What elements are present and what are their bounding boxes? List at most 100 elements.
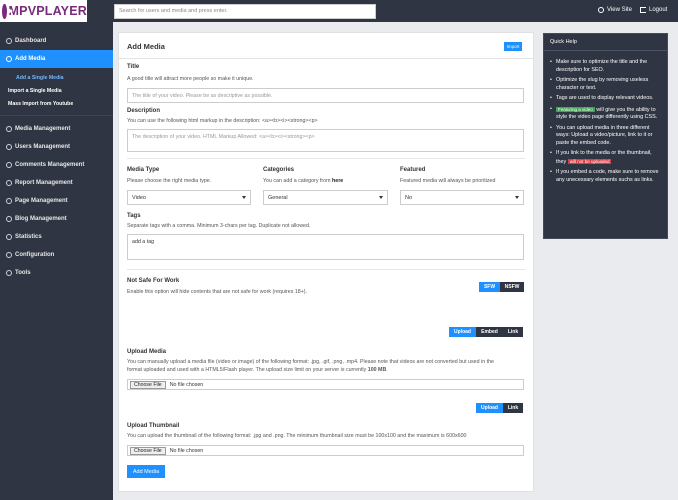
upload-thumbnail-label: Upload Thumbnail [127, 423, 180, 429]
help-tip: Optimize the slug by removing useless ch… [550, 77, 662, 92]
title-input[interactable]: The title of your video. Please be as de… [127, 88, 524, 103]
help-list: Make sure to optimize the title and the … [550, 59, 662, 187]
tags-hint: Separate tags with a comma. Minimum 3-ch… [127, 223, 311, 229]
sidebar-item-blog-management[interactable]: Blog Management [0, 210, 113, 228]
not-uploaded-badge: will not be uploaded [567, 158, 612, 164]
blog-icon [6, 216, 12, 222]
categories-select[interactable]: General [263, 190, 388, 205]
globe-icon [598, 7, 604, 13]
sidebar-divider [0, 110, 113, 116]
nsfw-toggle: SFW NSFW [479, 282, 524, 292]
media-type-label: Media Type [127, 167, 160, 173]
nsfw-option[interactable]: NSFW [500, 282, 524, 292]
help-tip: If you link to the media or the thumbnai… [550, 150, 662, 166]
description-label: Description [127, 108, 161, 114]
help-tip: Featuring a video will give you the abil… [550, 106, 662, 122]
help-tip: Make sure to optimize the title and the … [550, 59, 662, 74]
view-site-label: View Site [607, 7, 632, 13]
featured-badge: Featuring a video [556, 106, 595, 112]
logout-label: Logout [649, 7, 668, 13]
categories-label: Categories [263, 167, 295, 173]
wrench-icon [6, 270, 12, 276]
report-icon [6, 180, 12, 186]
dashboard-icon [6, 38, 12, 44]
top-bar: MPVPLAYER Search for users and media and… [0, 0, 678, 22]
media-source-tabs: Upload Embed Link [449, 327, 523, 337]
description-textarea[interactable]: The description of your video. HTML Mark… [127, 129, 524, 152]
sidebar-sub-add-single-media[interactable]: Add a Single Media [0, 71, 113, 84]
comment-icon [6, 162, 12, 168]
media-type-select[interactable]: Video [127, 190, 251, 205]
sidebar-sub-mass-import-youtube[interactable]: Mass Import from Youtube [0, 97, 113, 110]
chevron-down-icon [379, 196, 383, 199]
sidebar-item-users-management[interactable]: Users Management [0, 138, 113, 156]
tags-input[interactable]: add a tag [127, 234, 524, 260]
upload-thumbnail-file-input[interactable]: Choose File No file chosen [127, 445, 524, 456]
sfw-option[interactable]: SFW [479, 282, 500, 292]
title-hint: A good title will attract more people so… [127, 76, 254, 82]
search-input[interactable]: Search for users and media and press ent… [114, 4, 376, 19]
sidebar-item-statistics[interactable]: Statistics [0, 228, 113, 246]
sidebar-item-comments-management[interactable]: Comments Management [0, 156, 113, 174]
thumbnail-source-tabs: Upload Link [476, 403, 523, 413]
import-button[interactable]: Import [504, 42, 522, 51]
panel-header: Add Media Import [119, 33, 533, 59]
quick-help-panel: Quick Help Make sure to optimize the tit… [543, 33, 668, 239]
categories-hint: You can add a category from here [263, 178, 344, 184]
view-site-link[interactable]: View Site [598, 7, 632, 13]
help-tip: Tags are used to display relevant videos… [550, 95, 662, 103]
logout-link[interactable]: Logout [640, 7, 667, 13]
sidebar-item-add-media[interactable]: Add Media [0, 50, 113, 68]
gear-icon [6, 252, 12, 258]
tab-link[interactable]: Link [503, 327, 523, 337]
logout-icon [640, 7, 646, 13]
logo[interactable]: MPVPLAYER [0, 0, 87, 22]
upload-media-label: Upload Media [127, 349, 167, 355]
description-hint: You can use the following html markup in… [127, 118, 318, 124]
upload-thumbnail-hint: You can upload the thumbnail of the foll… [127, 433, 467, 439]
add-media-panel: Add Media Import Title A good title will… [118, 32, 534, 492]
sidebar-item-dashboard[interactable]: Dashboard [0, 32, 113, 50]
categories-here-link[interactable]: here [332, 178, 343, 184]
featured-label: Featured [400, 167, 426, 173]
sidebar-item-media-management[interactable]: Media Management [0, 120, 113, 138]
stats-icon [6, 234, 12, 240]
sidebar-item-configuration[interactable]: Configuration [0, 246, 113, 264]
tags-label: Tags [127, 213, 141, 219]
page-title: Add Media [127, 42, 165, 51]
play-logo-icon [2, 3, 13, 19]
upload-media-file-input[interactable]: Choose File No file chosen [127, 379, 524, 390]
quick-help-title: Quick Help [544, 34, 667, 51]
sidebar-item-report-management[interactable]: Report Management [0, 174, 113, 192]
divider [127, 158, 525, 159]
sidebar-item-page-management[interactable]: Page Management [0, 192, 113, 210]
no-file-text: No file chosen [169, 447, 204, 454]
tab-thumb-upload[interactable]: Upload [476, 403, 503, 413]
chevron-down-icon [515, 196, 519, 199]
tab-thumb-link[interactable]: Link [503, 403, 523, 413]
sidebar: Dashboard Add Media Add a Single Media I… [0, 22, 113, 500]
nsfw-hint: Enable this option will hide contents th… [127, 289, 308, 295]
featured-select[interactable]: No [400, 190, 524, 205]
media-icon [6, 126, 12, 132]
user-icon [6, 144, 12, 150]
no-file-text: No file chosen [169, 381, 204, 388]
nsfw-label: Not Safe For Work [127, 278, 180, 284]
choose-file-button[interactable]: Choose File [130, 380, 166, 389]
chevron-down-icon [242, 196, 246, 199]
page-icon [6, 198, 12, 204]
add-media-button[interactable]: Add Media [127, 465, 165, 478]
title-label: Title [127, 64, 140, 70]
help-tip: If you embed a code, make sure to remove… [550, 169, 662, 184]
help-tip: You can upload media in three different … [550, 125, 662, 148]
media-type-hint: Please choose the right media type. [127, 178, 212, 184]
divider [127, 269, 525, 270]
sidebar-item-tools[interactable]: Tools [0, 264, 113, 282]
tab-upload[interactable]: Upload [449, 327, 476, 337]
upload-media-hint-line2: format uploaded and used with a HTML5/Fl… [127, 367, 388, 373]
logo-text: MPVPLAYER [8, 4, 87, 18]
sidebar-sub-import-single-media[interactable]: Import a Single Media [0, 84, 113, 97]
choose-file-button[interactable]: Choose File [130, 446, 166, 455]
plus-circle-icon [6, 56, 12, 62]
tab-embed[interactable]: Embed [476, 327, 503, 337]
